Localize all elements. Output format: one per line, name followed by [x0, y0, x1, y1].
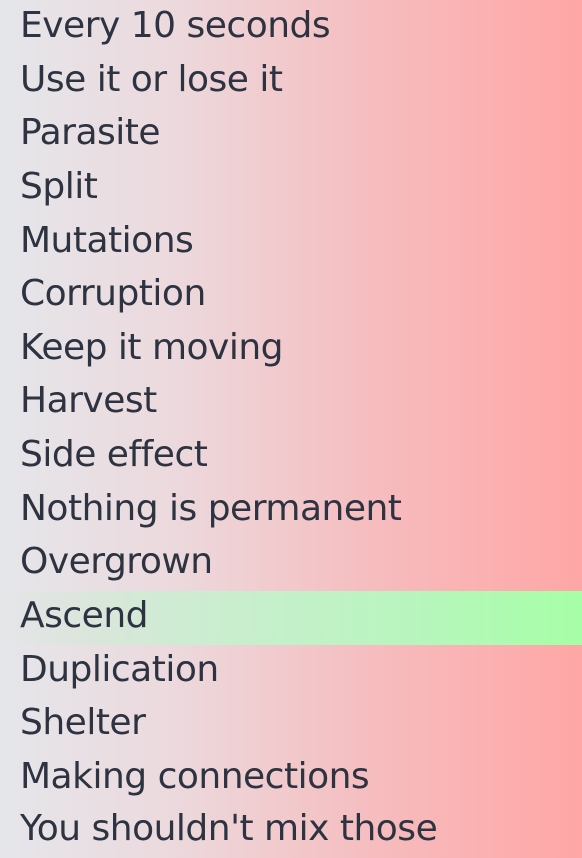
theme-item-parasite[interactable]: Parasite — [0, 108, 582, 162]
theme-item-label: Keep it moving — [20, 326, 284, 368]
theme-item-label: Nothing is permanent — [20, 487, 402, 529]
theme-item-mutations[interactable]: Mutations — [0, 216, 582, 270]
theme-item-label: Parasite — [20, 111, 161, 153]
theme-item-label: Corruption — [20, 272, 206, 314]
theme-item-label: Making connections — [20, 755, 370, 797]
theme-item-label: Ascend — [20, 594, 149, 636]
theme-item-split[interactable]: Split — [0, 162, 582, 216]
theme-item-label: You shouldn't mix those — [20, 807, 438, 849]
theme-item-label: Duplication — [20, 648, 219, 690]
theme-item-overgrown[interactable]: Overgrown — [0, 537, 582, 591]
theme-item-harvest[interactable]: Harvest — [0, 376, 582, 430]
theme-item-you-shouldnt-mix-those[interactable]: You shouldn't mix those — [0, 804, 582, 858]
theme-item-keep-it-moving[interactable]: Keep it moving — [0, 323, 582, 377]
theme-item-corruption[interactable]: Corruption — [0, 269, 582, 323]
theme-item-label: Shelter — [20, 701, 146, 743]
theme-item-use-it-or-lose-it[interactable]: Use it or lose it — [0, 55, 582, 109]
theme-item-ascend[interactable]: Ascend — [0, 591, 582, 645]
theme-item-label: Mutations — [20, 219, 194, 261]
theme-item-making-connections[interactable]: Making connections — [0, 752, 582, 806]
theme-item-label: Side effect — [20, 433, 208, 475]
theme-item-label: Harvest — [20, 379, 157, 421]
theme-item-side-effect[interactable]: Side effect — [0, 430, 582, 484]
theme-item-nothing-is-permanent[interactable]: Nothing is permanent — [0, 484, 582, 538]
theme-item-label: Use it or lose it — [20, 58, 283, 100]
theme-list: Every 10 seconds Use it or lose it Paras… — [0, 0, 582, 857]
theme-item-label: Every 10 seconds — [20, 4, 331, 46]
theme-item-label: Overgrown — [20, 540, 213, 582]
theme-item-duplication[interactable]: Duplication — [0, 645, 582, 699]
theme-item-label: Split — [20, 165, 98, 207]
theme-item-every-10-seconds[interactable]: Every 10 seconds — [0, 1, 582, 55]
theme-item-shelter[interactable]: Shelter — [0, 698, 582, 752]
